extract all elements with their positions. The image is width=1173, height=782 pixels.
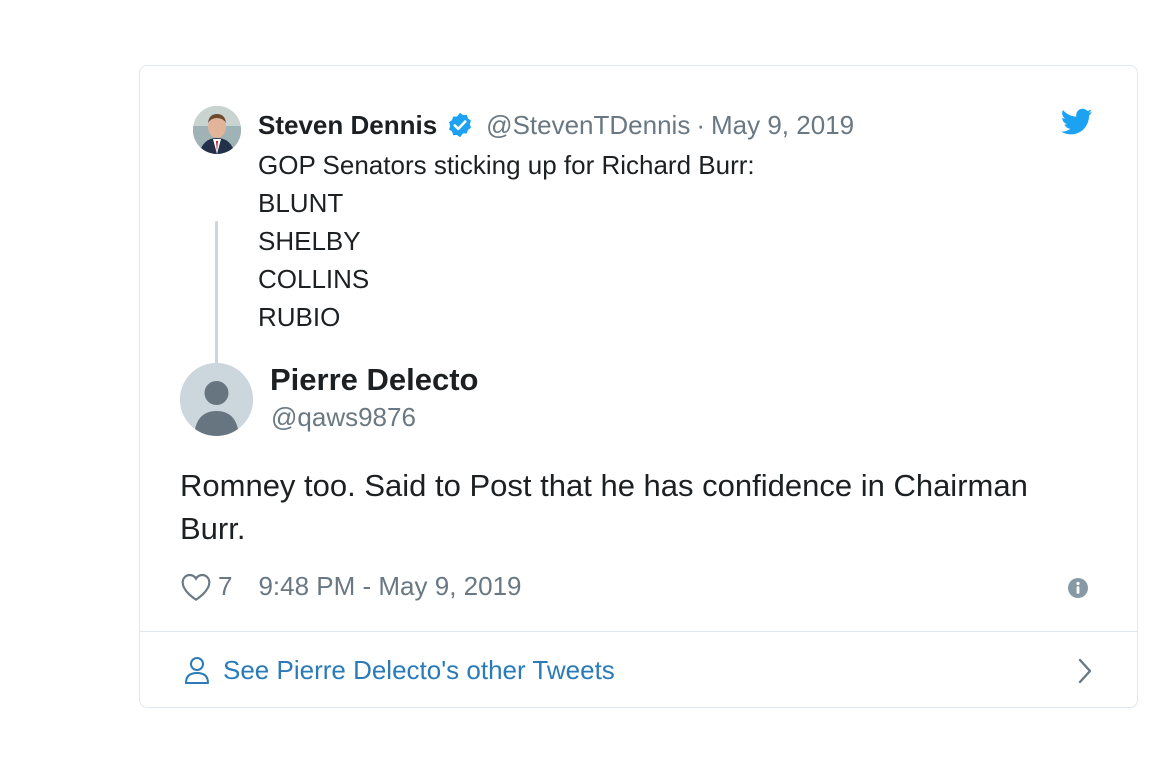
reply-author-handle[interactable]: @qaws9876 bbox=[271, 400, 416, 434]
parent-tweet-line: SHELBY bbox=[258, 226, 361, 256]
twitter-bird-icon[interactable] bbox=[1061, 108, 1093, 136]
parent-author-avatar[interactable] bbox=[193, 106, 241, 154]
parent-author-handle[interactable]: @StevenTDennis bbox=[486, 108, 690, 142]
parent-tweet-line: RUBIO bbox=[258, 302, 341, 332]
person-icon bbox=[185, 657, 209, 684]
parent-tweet-line: COLLINS bbox=[258, 264, 370, 294]
reply-author-name[interactable]: Pierre Delecto bbox=[270, 361, 479, 399]
info-icon[interactable] bbox=[1067, 577, 1089, 599]
parent-tweet-line: GOP Senators sticking up for Richard Bur… bbox=[258, 150, 755, 180]
like-count[interactable]: 7 bbox=[218, 571, 232, 602]
verified-badge-icon bbox=[449, 112, 472, 138]
tweet-meta-row: 7 9:48 PM - May 9, 2019 bbox=[180, 571, 522, 602]
tweet-timestamp[interactable]: 9:48 PM - May 9, 2019 bbox=[258, 571, 521, 602]
see-other-tweets-link[interactable]: See Pierre Delecto's other Tweets bbox=[184, 632, 1093, 708]
reply-tweet-text: Romney too. Said to Post that he has con… bbox=[180, 468, 1028, 546]
parent-tweet-date[interactable]: May 9, 2019 bbox=[711, 108, 854, 142]
heart-icon[interactable] bbox=[180, 572, 212, 602]
see-other-tweets-label[interactable]: See Pierre Delecto's other Tweets bbox=[223, 655, 615, 686]
embedded-tweet-card: Steven Dennis @StevenTDennis · May 9, 20… bbox=[139, 65, 1138, 708]
parent-tweet-line: BLUNT bbox=[258, 188, 344, 218]
parent-tweet-text: GOP Senators sticking up for Richard Bur… bbox=[258, 146, 755, 336]
chevron-right-icon[interactable] bbox=[1077, 658, 1093, 684]
reply-author-avatar[interactable] bbox=[180, 363, 253, 436]
meta-separator: · bbox=[696, 110, 705, 140]
parent-tweet-header: Steven Dennis @StevenTDennis · May 9, 20… bbox=[258, 108, 854, 142]
parent-author-name[interactable]: Steven Dennis bbox=[258, 108, 437, 142]
